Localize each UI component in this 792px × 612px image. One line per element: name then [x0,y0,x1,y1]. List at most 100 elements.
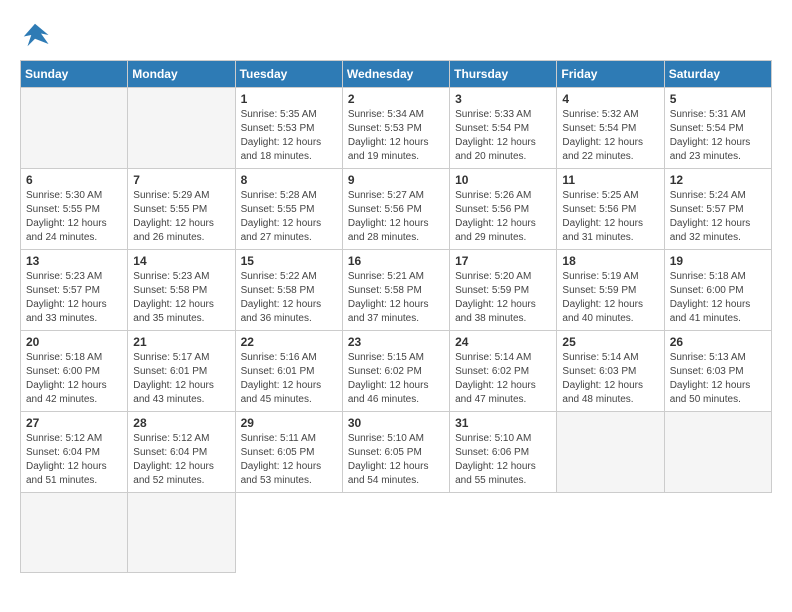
calendar-day [128,88,235,169]
calendar-week-row: 13 Sunrise: 5:23 AMSunset: 5:57 PMDayligh… [21,250,772,331]
calendar-day: 11 Sunrise: 5:25 AMSunset: 5:56 PMDayligh… [557,169,664,250]
day-info: Sunrise: 5:10 AMSunset: 6:05 PMDaylight:… [348,432,444,488]
day-info: Sunrise: 5:19 AMSunset: 5:59 PMDaylight:… [562,270,658,326]
calendar-day: 19 Sunrise: 5:18 AMSunset: 6:00 PMDayligh… [664,250,771,331]
day-info: Sunrise: 5:18 AMSunset: 6:00 PMDaylight:… [670,270,766,326]
day-info: Sunrise: 5:16 AMSunset: 6:01 PMDaylight:… [241,351,337,407]
day-number: 9 [348,173,444,187]
calendar-day [21,493,128,573]
weekday-header-saturday: Saturday [664,61,771,88]
day-number: 1 [241,92,337,106]
logo-bird-icon [20,20,50,50]
calendar-week-row: 20 Sunrise: 5:18 AMSunset: 6:00 PMDayligh… [21,331,772,412]
day-info: Sunrise: 5:31 AMSunset: 5:54 PMDaylight:… [670,108,766,164]
calendar-day: 22 Sunrise: 5:16 AMSunset: 6:01 PMDayligh… [235,331,342,412]
day-info: Sunrise: 5:10 AMSunset: 6:06 PMDaylight:… [455,432,551,488]
calendar-day: 9 Sunrise: 5:27 AMSunset: 5:56 PMDaylight… [342,169,449,250]
calendar-day: 3 Sunrise: 5:33 AMSunset: 5:54 PMDaylight… [450,88,557,169]
day-info: Sunrise: 5:11 AMSunset: 6:05 PMDaylight:… [241,432,337,488]
day-info: Sunrise: 5:28 AMSunset: 5:55 PMDaylight:… [241,189,337,245]
day-number: 19 [670,254,766,268]
calendar-day: 5 Sunrise: 5:31 AMSunset: 5:54 PMDaylight… [664,88,771,169]
day-number: 11 [562,173,658,187]
day-number: 4 [562,92,658,106]
day-number: 21 [133,335,229,349]
day-number: 17 [455,254,551,268]
day-number: 12 [670,173,766,187]
day-number: 27 [26,416,122,430]
day-number: 13 [26,254,122,268]
day-number: 3 [455,92,551,106]
day-info: Sunrise: 5:15 AMSunset: 6:02 PMDaylight:… [348,351,444,407]
day-number: 24 [455,335,551,349]
calendar-day: 18 Sunrise: 5:19 AMSunset: 5:59 PMDayligh… [557,250,664,331]
day-info: Sunrise: 5:33 AMSunset: 5:54 PMDaylight:… [455,108,551,164]
calendar-day: 16 Sunrise: 5:21 AMSunset: 5:58 PMDayligh… [342,250,449,331]
calendar-day: 25Sunrise: 5:14 AMSunset: 6:03 PMDayligh… [557,331,664,412]
day-info: Sunrise: 5:30 AMSunset: 5:55 PMDaylight:… [26,189,122,245]
calendar-day: 14Sunrise: 5:23 AMSunset: 5:58 PMDayligh… [128,250,235,331]
day-number: 23 [348,335,444,349]
day-info: Sunrise: 5:12 AMSunset: 6:04 PMDaylight:… [26,432,122,488]
day-number: 28 [133,416,229,430]
day-info: Sunrise: 5:23 AMSunset: 5:58 PMDaylight:… [133,270,229,326]
calendar-day: 1 Sunrise: 5:35 AMSunset: 5:53 PMDaylight… [235,88,342,169]
day-number: 7 [133,173,229,187]
day-number: 5 [670,92,766,106]
day-number: 31 [455,416,551,430]
calendar-day: 13 Sunrise: 5:23 AMSunset: 5:57 PMDayligh… [21,250,128,331]
weekday-header-wednesday: Wednesday [342,61,449,88]
day-number: 29 [241,416,337,430]
day-number: 6 [26,173,122,187]
calendar-week-row: 1 Sunrise: 5:35 AMSunset: 5:53 PMDaylight… [21,88,772,169]
day-number: 8 [241,173,337,187]
calendar-day [557,412,664,493]
day-info: Sunrise: 5:35 AMSunset: 5:53 PMDaylight:… [241,108,337,164]
calendar-day: 26 Sunrise: 5:13 AMSunset: 6:03 PMDayligh… [664,331,771,412]
day-info: Sunrise: 5:25 AMSunset: 5:56 PMDaylight:… [562,189,658,245]
calendar-day: 6 Sunrise: 5:30 AMSunset: 5:55 PMDaylight… [21,169,128,250]
calendar-day: 15 Sunrise: 5:22 AMSunset: 5:58 PMDayligh… [235,250,342,331]
day-info: Sunrise: 5:18 AMSunset: 6:00 PMDaylight:… [26,351,122,407]
day-info: Sunrise: 5:13 AMSunset: 6:03 PMDaylight:… [670,351,766,407]
day-number: 22 [241,335,337,349]
day-info: Sunrise: 5:26 AMSunset: 5:56 PMDaylight:… [455,189,551,245]
weekday-header-tuesday: Tuesday [235,61,342,88]
calendar-day: 23 Sunrise: 5:15 AMSunset: 6:02 PMDayligh… [342,331,449,412]
day-info: Sunrise: 5:34 AMSunset: 5:53 PMDaylight:… [348,108,444,164]
day-info: Sunrise: 5:29 AMSunset: 5:55 PMDaylight:… [133,189,229,245]
day-info: Sunrise: 5:27 AMSunset: 5:56 PMDaylight:… [348,189,444,245]
weekday-header-thursday: Thursday [450,61,557,88]
calendar-week-row: 27 Sunrise: 5:12 AMSunset: 6:04 PMDayligh… [21,412,772,493]
calendar-day: 7 Sunrise: 5:29 AMSunset: 5:55 PMDaylight… [128,169,235,250]
day-info: Sunrise: 5:21 AMSunset: 5:58 PMDaylight:… [348,270,444,326]
calendar-day: 31 Sunrise: 5:10 AMSunset: 6:06 PMDayligh… [450,412,557,493]
day-number: 2 [348,92,444,106]
calendar-day: 12Sunrise: 5:24 AMSunset: 5:57 PMDayligh… [664,169,771,250]
logo [20,20,54,50]
calendar-day: 20 Sunrise: 5:18 AMSunset: 6:00 PMDayligh… [21,331,128,412]
day-info: Sunrise: 5:12 AMSunset: 6:04 PMDaylight:… [133,432,229,488]
calendar-day: 8 Sunrise: 5:28 AMSunset: 5:55 PMDaylight… [235,169,342,250]
day-info: Sunrise: 5:20 AMSunset: 5:59 PMDaylight:… [455,270,551,326]
calendar-table: SundayMondayTuesdayWednesdayThursdayFrid… [20,60,772,573]
calendar-day: 28 Sunrise: 5:12 AMSunset: 6:04 PMDayligh… [128,412,235,493]
day-number: 25 [562,335,658,349]
calendar-day: 4 Sunrise: 5:32 AMSunset: 5:54 PMDaylight… [557,88,664,169]
day-number: 20 [26,335,122,349]
day-info: Sunrise: 5:14 AMSunset: 6:02 PMDaylight:… [455,351,551,407]
calendar-week-row [21,493,772,573]
calendar-day: 24 Sunrise: 5:14 AMSunset: 6:02 PMDayligh… [450,331,557,412]
day-info: Sunrise: 5:23 AMSunset: 5:57 PMDaylight:… [26,270,122,326]
calendar-day [21,88,128,169]
day-number: 16 [348,254,444,268]
day-number: 18 [562,254,658,268]
day-info: Sunrise: 5:32 AMSunset: 5:54 PMDaylight:… [562,108,658,164]
day-number: 26 [670,335,766,349]
calendar-day: 21Sunrise: 5:17 AMSunset: 6:01 PMDayligh… [128,331,235,412]
page-header [20,20,772,50]
day-number: 15 [241,254,337,268]
calendar-day: 2 Sunrise: 5:34 AMSunset: 5:53 PMDaylight… [342,88,449,169]
calendar-day: 29 Sunrise: 5:11 AMSunset: 6:05 PMDayligh… [235,412,342,493]
day-info: Sunrise: 5:22 AMSunset: 5:58 PMDaylight:… [241,270,337,326]
